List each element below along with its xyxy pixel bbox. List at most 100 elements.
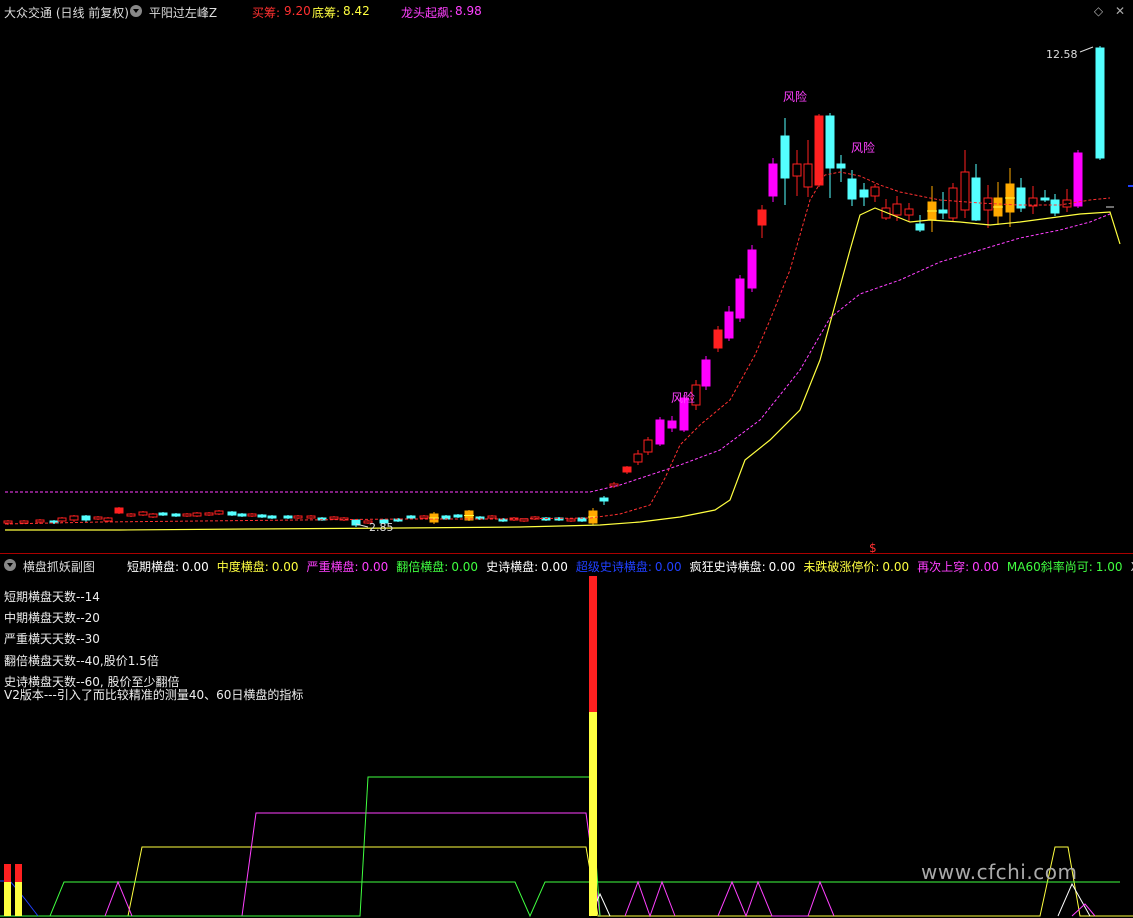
candle <box>149 514 157 517</box>
ma-line-magenta-dashed <box>5 214 1110 492</box>
candle <box>520 519 528 521</box>
candle <box>1051 200 1059 213</box>
chevron-down-icon[interactable] <box>4 559 16 571</box>
indicator-label: 疯狂史诗横盘: <box>690 560 766 574</box>
candle <box>905 209 913 215</box>
candle <box>36 520 44 522</box>
indicator-item: 严重横盘:0.00 <box>307 560 389 574</box>
indicator-label: MA60斜率尚可: <box>1007 560 1093 574</box>
series-line-magenta <box>0 813 600 916</box>
series-line-magenta <box>105 882 132 916</box>
signal-bar-yellow <box>15 882 22 916</box>
indicator-item: 疯狂史诗横盘:0.00 <box>690 560 796 574</box>
main-chart-pane[interactable]: 大众交通 (日线 前复权) 平阳过左峰Z 买筹: 9.20 底筹: 8.42 龙… <box>0 0 1133 553</box>
candle <box>871 187 879 196</box>
candle <box>454 515 462 517</box>
candle <box>860 190 868 197</box>
indicator-value: 0.00 <box>769 560 796 574</box>
indicator-item: 未跌破涨停价:0.00 <box>803 560 909 574</box>
candle <box>139 512 147 515</box>
note-line: 严重横天天数--30 <box>4 630 100 647</box>
watermark: www.cfchi.com <box>921 860 1077 884</box>
indicator-item: 翻倍横盘:0.00 <box>396 560 478 574</box>
candle <box>916 224 924 230</box>
indicator-value: 0.00 <box>182 560 209 574</box>
candle <box>736 279 744 318</box>
candle <box>972 178 980 220</box>
candle <box>294 516 302 518</box>
candle <box>407 516 415 518</box>
indicator-item: 超级史诗横盘:0.00 <box>576 560 682 574</box>
signal-bar-yellow <box>589 712 597 916</box>
indicator-value: 0.00 <box>655 560 682 574</box>
candle <box>949 188 957 218</box>
indicator-item: 再次上穿:0.00 <box>917 560 999 574</box>
series-line-magenta <box>1072 904 1095 916</box>
candle <box>268 516 276 518</box>
candle <box>115 508 123 513</box>
candle <box>815 116 823 185</box>
series-line-magenta <box>625 882 675 916</box>
indicator-value: 0.00 <box>972 560 999 574</box>
candle <box>284 516 292 518</box>
indicator-title: 横盘抓妖副图 <box>23 560 95 574</box>
candle <box>702 360 710 386</box>
candle <box>4 521 12 523</box>
indicator-label: 再次上穿: <box>917 560 969 574</box>
signal-bar-red <box>589 576 597 712</box>
signal-bar-red <box>15 864 22 882</box>
high-price-label: 12.58 <box>1046 48 1078 61</box>
candle <box>94 517 102 519</box>
candle <box>238 514 246 516</box>
indicator-label: 未跌破涨停价: <box>803 560 879 574</box>
indicator-label: 严重横盘: <box>307 560 359 574</box>
signal-bar-red <box>4 864 11 882</box>
indicator-value: 1.00 <box>1096 560 1123 574</box>
indicator-label: 中度横盘: <box>217 560 269 574</box>
candle <box>205 513 213 515</box>
indicator-pane[interactable]: 横盘抓妖副图 短期横盘:0.00中度横盘:0.00严重横盘:0.00翻倍横盘:0… <box>0 553 1133 918</box>
candle <box>127 514 135 516</box>
candle <box>307 516 315 518</box>
candle <box>644 440 652 452</box>
candle <box>668 421 676 428</box>
candle <box>600 498 608 501</box>
candle <box>159 513 167 515</box>
candle <box>939 210 947 213</box>
candle <box>826 116 834 168</box>
indicator-label: 史诗横盘: <box>486 560 538 574</box>
candle <box>228 512 236 515</box>
candle <box>758 210 766 225</box>
note-line: 翻倍横盘天数--40,股价1.5倍 <box>4 652 159 669</box>
indicator-header: 横盘抓妖副图 短期横盘:0.00中度横盘:0.00严重横盘:0.00翻倍横盘:0… <box>0 554 1133 576</box>
candle <box>172 514 180 516</box>
risk-label: 风险 <box>671 390 695 405</box>
candle <box>488 516 496 518</box>
candlestick-chart[interactable]: 12.58 2.85 风险 风险 风险 $ <box>0 0 1133 553</box>
ma-line-yellow <box>5 208 1120 530</box>
candle <box>837 164 845 168</box>
series-line-green <box>0 882 1120 916</box>
candle <box>781 136 789 178</box>
candle <box>1041 198 1049 200</box>
series-line-magenta <box>718 882 834 916</box>
note-line: V2版本---引入了而比较精准的测量40、60日横盘的指标 <box>4 686 303 703</box>
candle <box>258 515 266 517</box>
indicator-label: 超级史诗横盘: <box>576 560 652 574</box>
candle <box>1074 153 1082 206</box>
indicator-item: 短期横盘:0.00 <box>127 560 209 574</box>
candle <box>804 164 812 187</box>
candle <box>793 164 801 176</box>
candle <box>82 516 90 520</box>
candle <box>725 312 733 338</box>
indicator-label: 短期横盘: <box>127 560 179 574</box>
candle <box>623 467 631 472</box>
candle <box>567 519 575 521</box>
candle <box>961 172 969 210</box>
indicator-value: 0.00 <box>362 560 389 574</box>
candle <box>634 454 642 462</box>
low-price-label: 2.85 <box>369 521 394 534</box>
indicator-dropdown[interactable]: 横盘抓妖副图 <box>4 558 95 575</box>
candle <box>714 330 722 348</box>
indicator-values: 短期横盘:0.00中度横盘:0.00严重横盘:0.00翻倍横盘:0.00史诗横盘… <box>127 558 1133 575</box>
